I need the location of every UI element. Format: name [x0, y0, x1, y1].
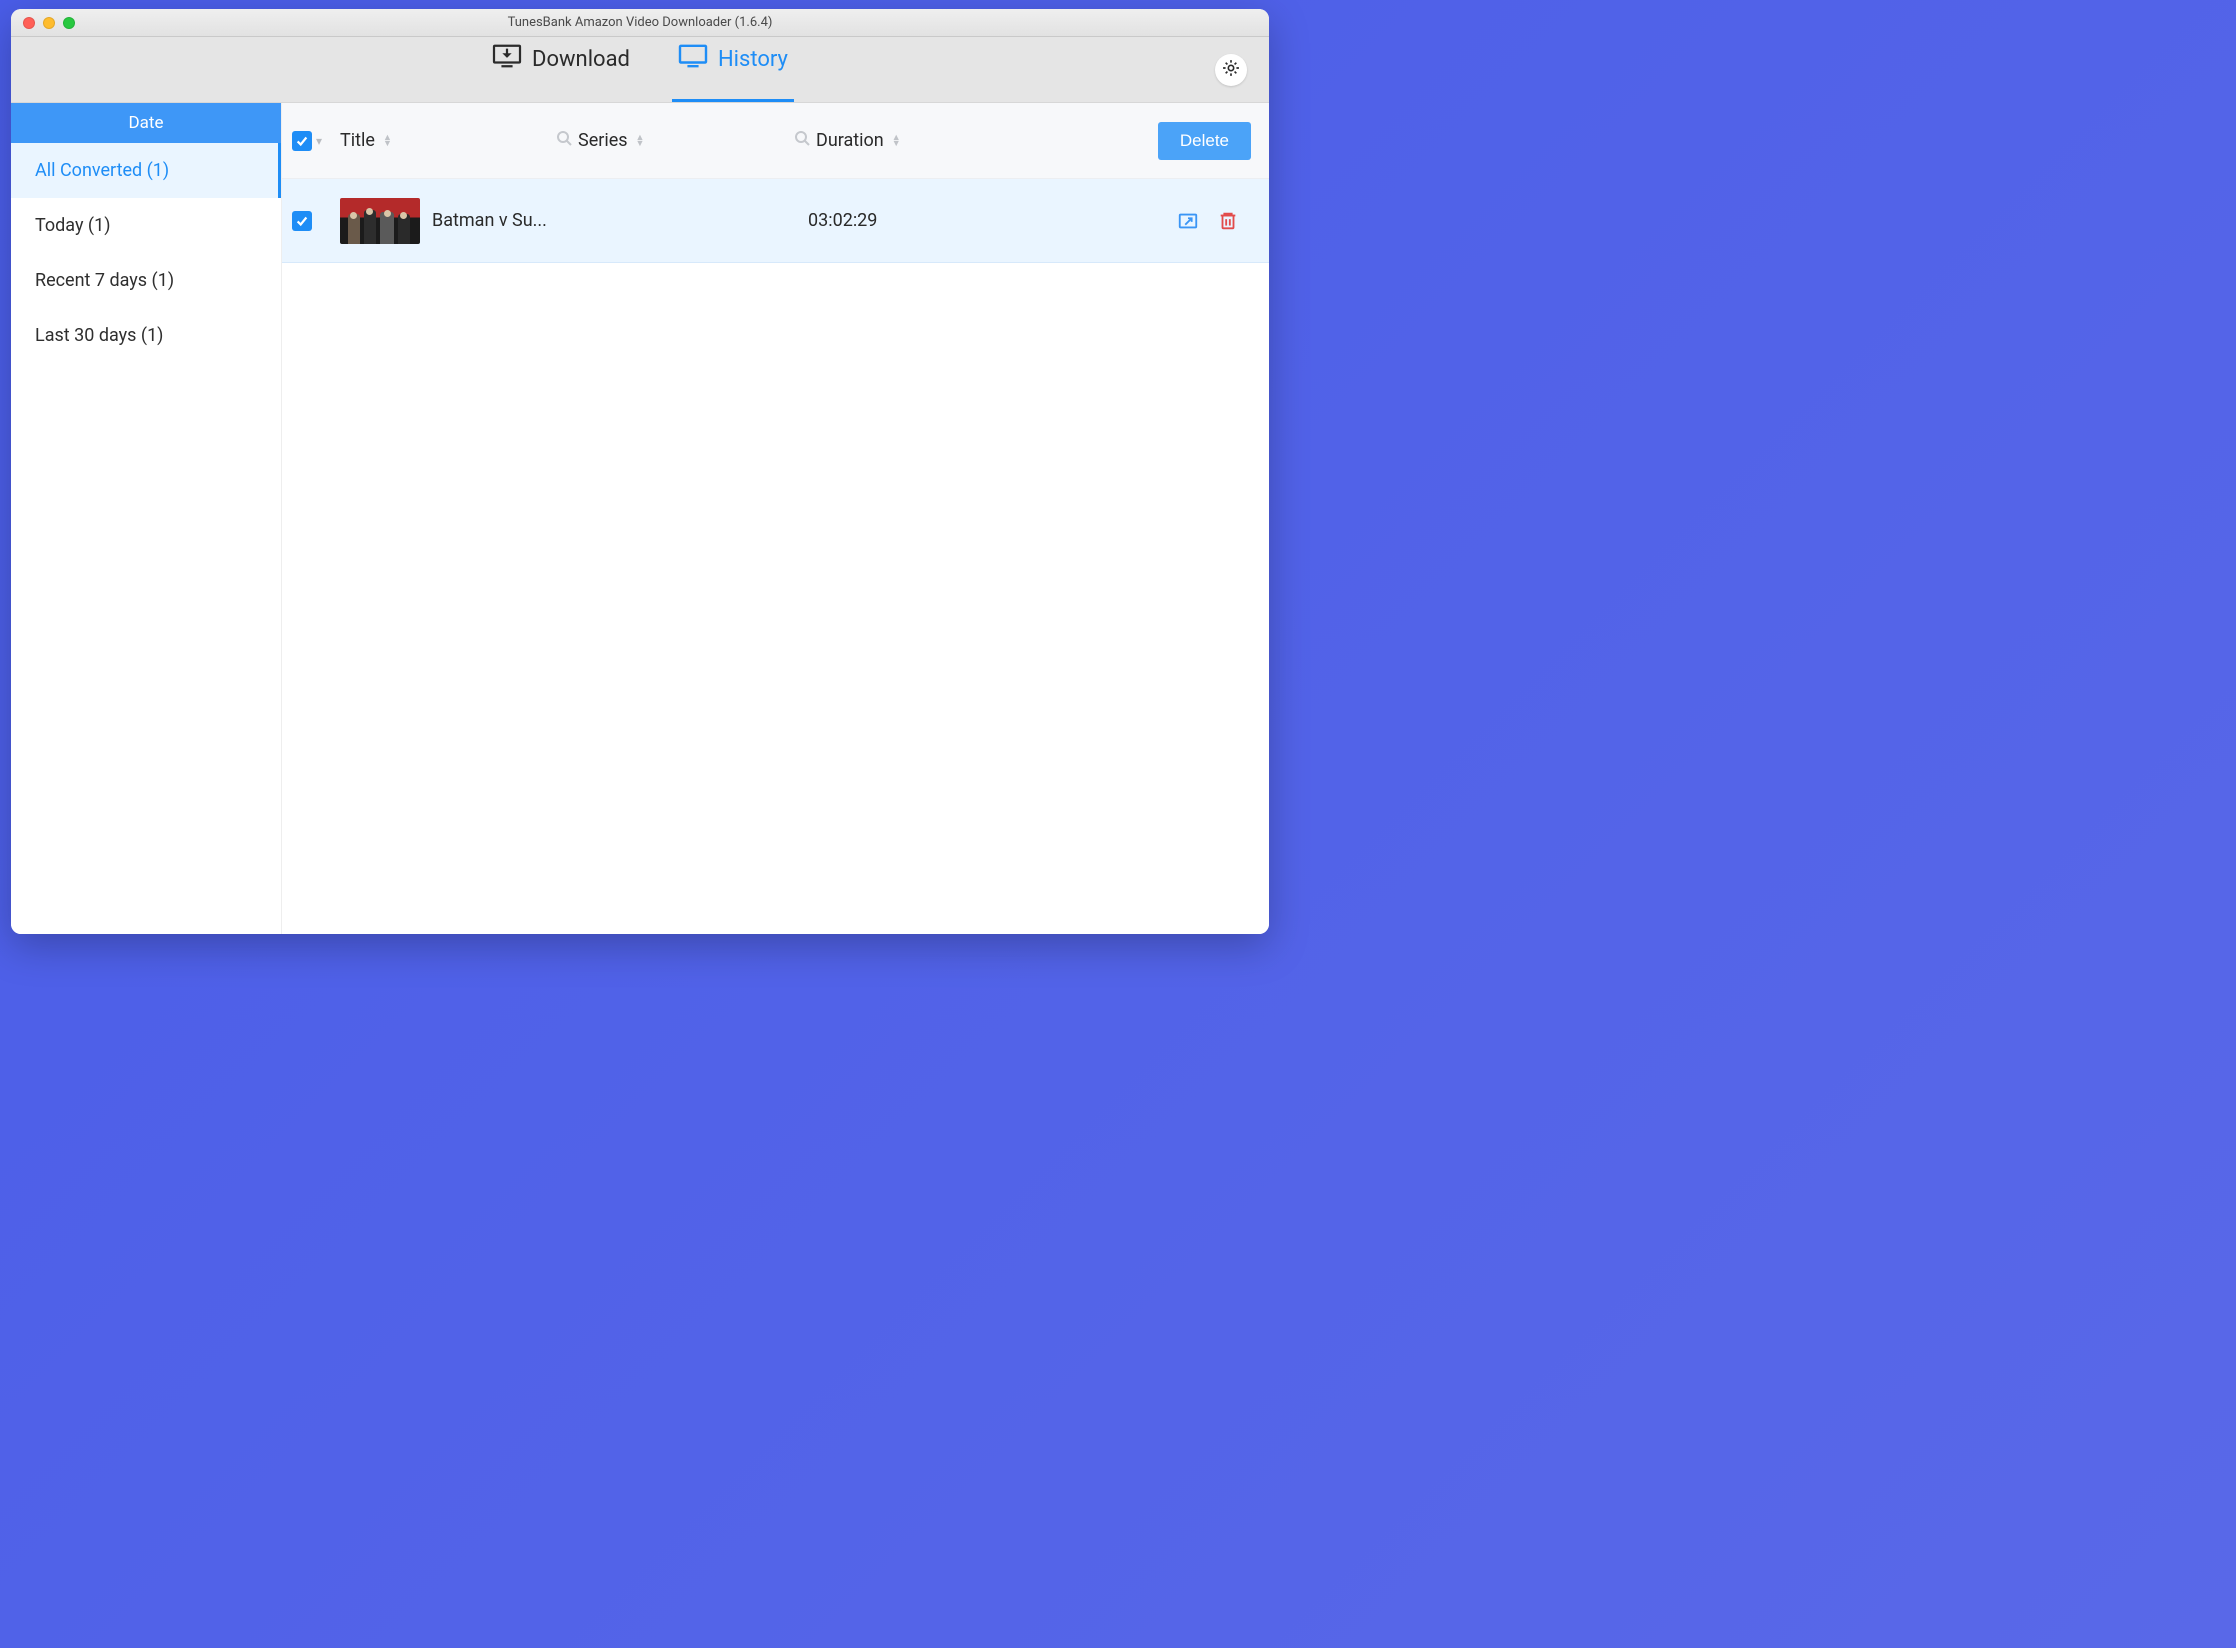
column-duration-label: Duration — [816, 130, 884, 151]
toolbar: Download History — [11, 37, 1269, 103]
video-thumbnail — [340, 198, 420, 244]
sort-icon: ▲▼ — [383, 135, 392, 147]
sidebar-item-label: Today (1) — [35, 215, 110, 236]
row-checkbox[interactable] — [292, 211, 312, 231]
search-title-button[interactable] — [536, 130, 572, 151]
table-row[interactable]: Batman v Su... 03:02:29 — [282, 179, 1269, 263]
column-header-series[interactable]: Series ▲▼ — [572, 130, 774, 151]
sidebar-item-today[interactable]: Today (1) — [11, 198, 281, 253]
delete-button[interactable]: Delete — [1158, 122, 1251, 160]
app-window: TunesBank Amazon Video Downloader (1.6.4… — [11, 9, 1269, 934]
row-duration: 03:02:29 — [802, 210, 1034, 231]
column-header-duration[interactable]: Duration ▲▼ — [810, 130, 1042, 151]
table-header: ▾ Title ▲▼ Series ▲▼ — [282, 103, 1269, 179]
download-icon — [492, 43, 522, 75]
sidebar-item-last-30-days[interactable]: Last 30 days (1) — [11, 308, 281, 363]
sidebar-item-all-converted[interactable]: All Converted (1) — [11, 143, 281, 198]
settings-button[interactable] — [1215, 54, 1247, 86]
tab-bar: Download History — [486, 37, 794, 102]
monitor-icon — [678, 43, 708, 75]
gear-icon — [1221, 58, 1241, 82]
sort-icon: ▲▼ — [636, 135, 645, 147]
row-title: Batman v Su... — [432, 210, 564, 231]
search-icon — [794, 130, 810, 151]
delete-row-button[interactable] — [1217, 210, 1239, 232]
window-title: TunesBank Amazon Video Downloader (1.6.4… — [11, 15, 1269, 30]
tab-download-label: Download — [532, 47, 630, 72]
sidebar-item-label: Recent 7 days (1) — [35, 270, 174, 291]
sidebar-item-recent-7-days[interactable]: Recent 7 days (1) — [11, 253, 281, 308]
row-actions — [1177, 210, 1239, 232]
column-series-label: Series — [578, 130, 628, 151]
search-icon — [556, 130, 572, 151]
content-area: ▾ Title ▲▼ Series ▲▼ — [282, 103, 1269, 934]
tab-history-label: History — [718, 47, 788, 72]
sidebar: Date All Converted (1) Today (1) Recent … — [11, 103, 282, 934]
column-title-label: Title — [340, 130, 375, 151]
sidebar-item-label: Last 30 days (1) — [35, 325, 163, 346]
sidebar-item-label: All Converted (1) — [35, 160, 169, 181]
search-series-button[interactable] — [774, 130, 810, 151]
column-header-title[interactable]: Title ▲▼ — [340, 130, 536, 151]
tab-history[interactable]: History — [672, 37, 794, 102]
titlebar: TunesBank Amazon Video Downloader (1.6.4… — [11, 9, 1269, 37]
open-folder-button[interactable] — [1177, 210, 1199, 232]
sidebar-header: Date — [11, 103, 281, 143]
select-all-checkbox[interactable] — [292, 131, 312, 151]
tab-download[interactable]: Download — [486, 37, 636, 102]
sort-icon: ▲▼ — [892, 135, 901, 147]
chevron-down-icon[interactable]: ▾ — [316, 134, 322, 148]
